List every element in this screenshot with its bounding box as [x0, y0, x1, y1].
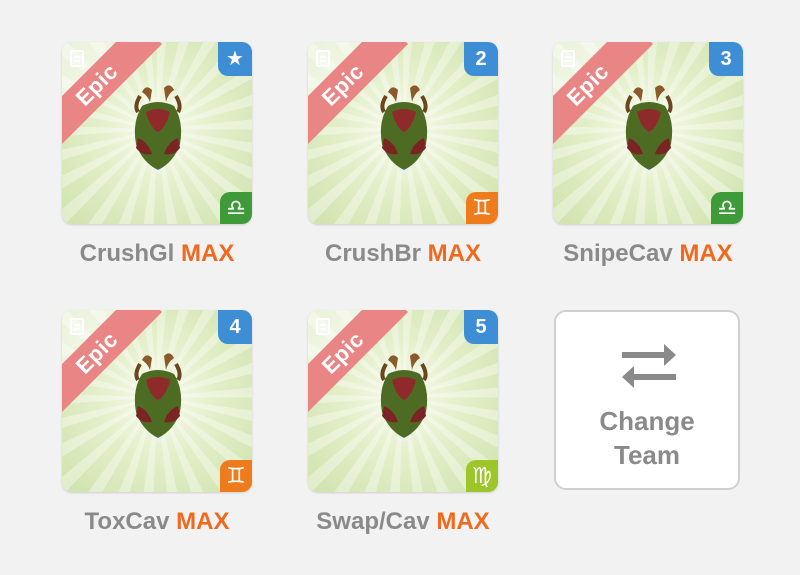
monster-portrait — [380, 85, 428, 174]
team-slot-4[interactable]: Epic 4 ♊ ToxCav MAX — [62, 310, 252, 536]
monster-name-label: CrushGl MAX — [62, 240, 252, 268]
monster-card[interactable]: Epic ★ ♎ — [62, 42, 252, 224]
slot-badge: 3 — [709, 42, 743, 76]
monster-portrait — [380, 353, 428, 442]
gemini-icon: ♊ — [466, 192, 498, 224]
monster-portrait — [134, 85, 182, 174]
slot-badge: 4 — [218, 310, 252, 344]
monster-card[interactable]: Epic 3 ♎ — [553, 42, 743, 224]
libra-icon: ♎ — [220, 192, 252, 224]
monster-name: SnipeCav — [563, 240, 673, 267]
level-max: MAX — [679, 240, 733, 267]
monster-name: ToxCav — [84, 508, 170, 535]
level-max: MAX — [181, 240, 235, 267]
level-max: MAX — [176, 508, 230, 535]
gemini-icon: ♊ — [220, 460, 252, 492]
change-team-line2: Team — [614, 440, 680, 470]
team-slot-3[interactable]: Epic 3 ♎ SnipeCav MAX — [553, 42, 743, 268]
monster-name: CrushGl — [79, 240, 175, 267]
monster-name: CrushBr — [324, 240, 421, 267]
level-max: MAX — [427, 240, 482, 267]
monster-name-label: CrushBr MAX — [308, 240, 498, 268]
change-team-label: Change Team — [556, 404, 738, 472]
swap-arrows-icon — [622, 344, 676, 388]
team-slot-2[interactable]: Epic 2 ♊ CrushBr MAX — [308, 42, 498, 268]
notes-icon[interactable] — [561, 50, 575, 67]
level-max: MAX — [436, 508, 490, 535]
change-team-button[interactable]: Change Team — [554, 310, 740, 490]
virgo-icon: ♍ — [466, 460, 498, 492]
monster-card[interactable]: Epic 2 ♊ — [308, 42, 498, 224]
monster-card[interactable]: Epic 5 ♍ — [308, 310, 498, 492]
monster-name-label: ToxCav MAX — [62, 508, 252, 536]
notes-icon[interactable] — [70, 50, 84, 67]
notes-icon[interactable] — [70, 318, 84, 335]
team-slot-5[interactable]: Epic 5 ♍ Swap/Cav MAX — [308, 310, 498, 536]
libra-icon: ♎ — [711, 192, 743, 224]
monster-portrait — [625, 85, 673, 174]
notes-icon[interactable] — [316, 50, 330, 67]
monster-portrait — [134, 353, 182, 442]
monster-card[interactable]: Epic 4 ♊ — [62, 310, 252, 492]
notes-icon[interactable] — [316, 318, 330, 335]
monster-name-label: SnipeCav MAX — [553, 240, 743, 268]
monster-name-label: Swap/Cav MAX — [308, 508, 498, 536]
monster-name: Swap/Cav — [316, 508, 430, 535]
slot-badge: 2 — [464, 42, 498, 76]
slot-badge: 5 — [464, 310, 498, 344]
team-slot-1[interactable]: Epic ★ ♎ CrushGl MAX — [62, 42, 252, 268]
change-team-line1: Change — [599, 406, 695, 436]
star-icon: ★ — [226, 48, 244, 70]
slot-badge: ★ — [218, 42, 252, 76]
